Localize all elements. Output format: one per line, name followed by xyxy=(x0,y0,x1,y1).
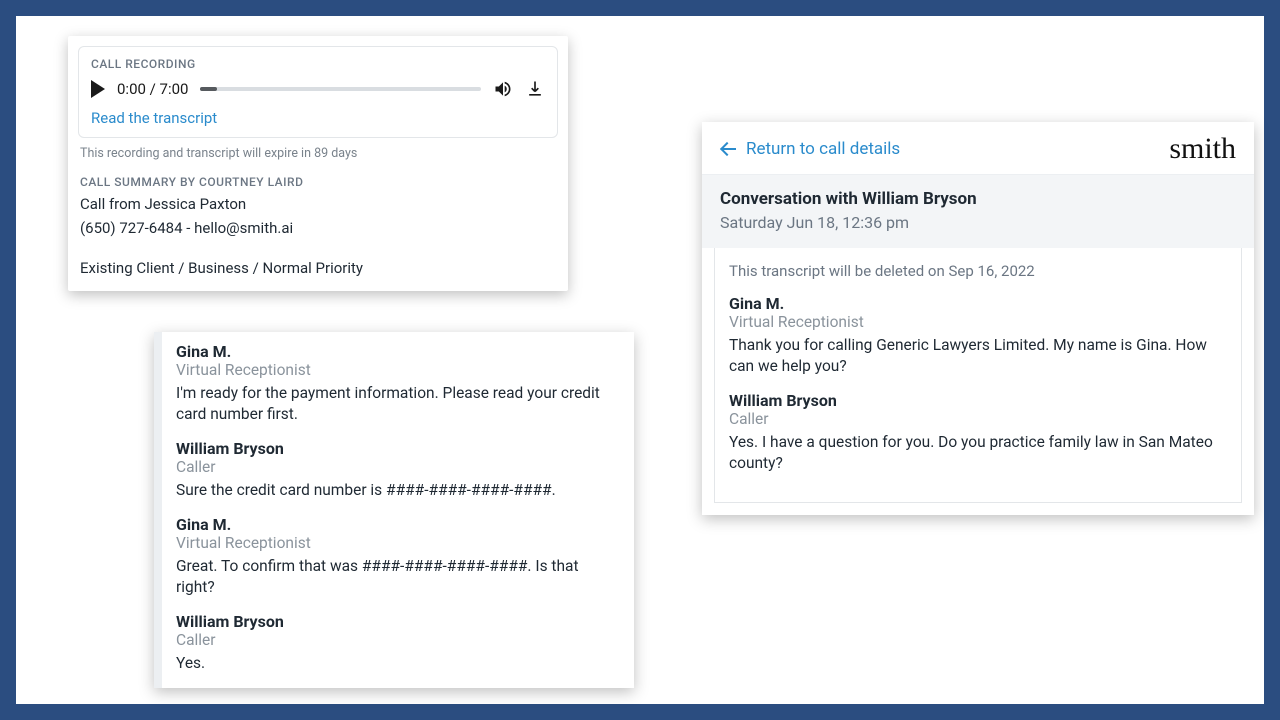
panel-body: This transcript will be deleted on Sep 1… xyxy=(714,248,1242,503)
transcript-message: Gina M. Virtual Receptionist Thank you f… xyxy=(729,294,1227,377)
message-text: Thank you for calling Generic Lawyers Li… xyxy=(729,335,1227,377)
speaker-name: Gina M. xyxy=(729,294,1227,313)
transcript-message: William Bryson Caller Yes. I have a ques… xyxy=(729,391,1227,474)
download-icon[interactable] xyxy=(525,79,545,99)
summary-contact: (650) 727-6484 - hello@smith.ai xyxy=(80,219,556,237)
conversation-date: Saturday Jun 18, 12:36 pm xyxy=(720,213,1236,232)
playback-time: 0:00 / 7:00 xyxy=(117,80,188,98)
transcript-message: William Bryson Caller Sure the credit ca… xyxy=(176,439,620,501)
recording-expiry: This recording and transcript will expir… xyxy=(80,146,556,161)
arrow-left-icon xyxy=(720,141,736,157)
call-recording-card: CALL RECORDING 0:00 / 7:00 Read the tran… xyxy=(68,36,568,291)
message-text: I'm ready for the payment information. P… xyxy=(176,383,620,425)
recording-box: CALL RECORDING 0:00 / 7:00 Read the tran… xyxy=(78,46,558,138)
recording-label: CALL RECORDING xyxy=(91,57,545,71)
speaker-name: William Bryson xyxy=(729,391,1227,410)
read-transcript-link[interactable]: Read the transcript xyxy=(91,109,545,127)
play-icon[interactable] xyxy=(91,80,105,98)
message-text: Yes. xyxy=(176,653,620,674)
transcript-message: Gina M. Virtual Receptionist I'm ready f… xyxy=(176,342,620,425)
message-text: Yes. I have a question for you. Do you p… xyxy=(729,432,1227,474)
speaker-name: Gina M. xyxy=(176,515,620,534)
message-text: Sure the credit card number is ####-####… xyxy=(176,480,620,501)
transcript-message: Gina M. Virtual Receptionist Great. To c… xyxy=(176,515,620,598)
panel-subheader: Conversation with William Bryson Saturda… xyxy=(702,175,1254,248)
transcript-expiry: This transcript will be deleted on Sep 1… xyxy=(729,262,1227,280)
speaker-role: Caller xyxy=(176,458,620,476)
audio-player: 0:00 / 7:00 xyxy=(91,79,545,99)
speaker-name: Gina M. xyxy=(176,342,620,361)
volume-icon[interactable] xyxy=(493,79,513,99)
summary-label: CALL SUMMARY BY COURTNEY LAIRD xyxy=(80,175,556,189)
brand-logo: smith xyxy=(1169,134,1236,164)
message-text: Great. To confirm that was ####-####-###… xyxy=(176,556,620,598)
speaker-role: Caller xyxy=(729,410,1227,428)
conversation-panel: Return to call details smith Conversatio… xyxy=(702,122,1254,515)
speaker-role: Virtual Receptionist xyxy=(176,361,620,379)
speaker-role: Virtual Receptionist xyxy=(176,534,620,552)
speaker-name: William Bryson xyxy=(176,439,620,458)
speaker-role: Caller xyxy=(176,631,620,649)
transcript-snippet-card: Gina M. Virtual Receptionist I'm ready f… xyxy=(154,332,634,688)
transcript-message: William Bryson Caller Yes. xyxy=(176,612,620,674)
speaker-role: Virtual Receptionist xyxy=(729,313,1227,331)
summary-tags: Existing Client / Business / Normal Prio… xyxy=(80,259,556,277)
conversation-title: Conversation with William Bryson xyxy=(720,189,1236,209)
return-link[interactable]: Return to call details xyxy=(720,139,900,159)
summary-from: Call from Jessica Paxton xyxy=(80,195,556,213)
seek-bar[interactable] xyxy=(200,87,481,91)
panel-header: Return to call details smith xyxy=(702,122,1254,175)
return-link-label: Return to call details xyxy=(746,139,900,159)
speaker-name: William Bryson xyxy=(176,612,620,631)
